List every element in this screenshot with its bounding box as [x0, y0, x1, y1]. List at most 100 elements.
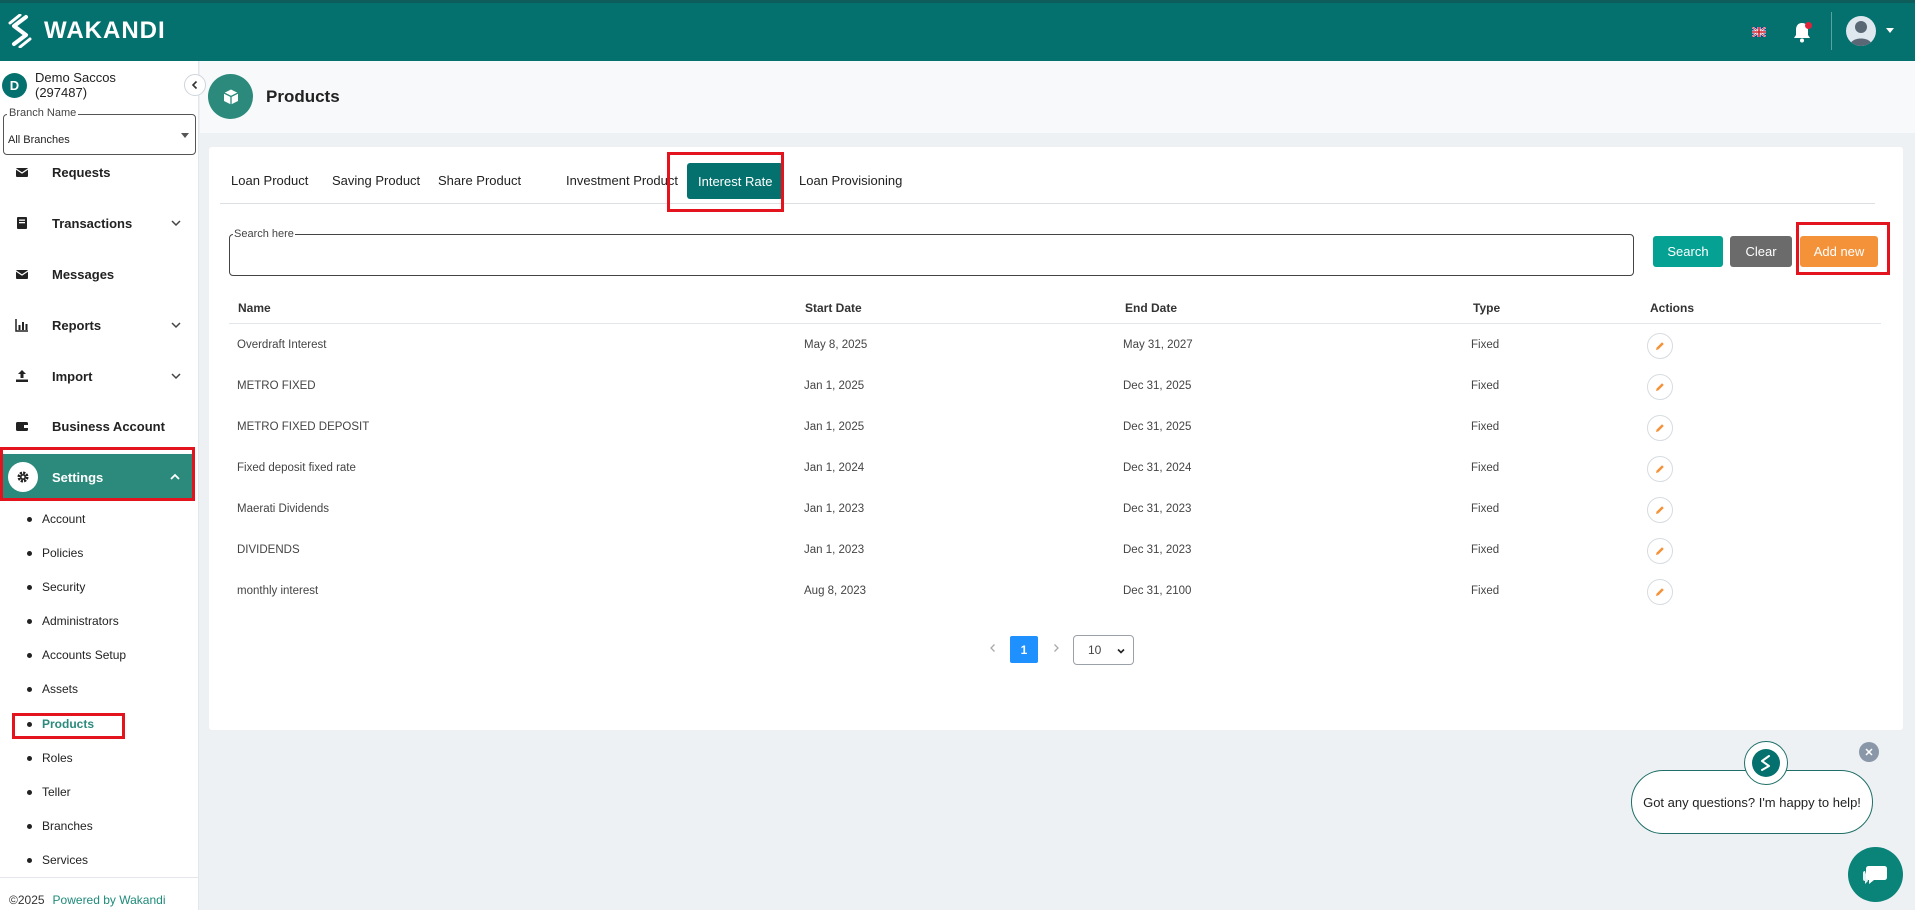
- book-icon: [17, 217, 27, 229]
- chat-launcher-button[interactable]: [1848, 847, 1903, 902]
- page-size-value: 10: [1088, 643, 1102, 657]
- uk-flag-icon[interactable]: [1752, 27, 1766, 37]
- settings-item-products[interactable]: Products: [27, 714, 94, 734]
- search-button[interactable]: Search: [1653, 236, 1723, 267]
- tab-investment-product[interactable]: Investment Product: [555, 157, 689, 204]
- bullet: [27, 584, 32, 590]
- tab-share-product[interactable]: Share Product: [427, 157, 532, 204]
- powered-by-link[interactable]: Powered by Wakandi: [53, 893, 166, 907]
- sidebar-item-requests[interactable]: Requests: [0, 161, 193, 183]
- products-card: Loan Product Saving Product Share Produc…: [209, 147, 1903, 730]
- sidebar-collapse-button[interactable]: [184, 74, 206, 96]
- bar-chart-icon: [15, 319, 28, 332]
- cell-start-date: Jan 1, 2023: [804, 544, 865, 556]
- cell-name: DIVIDENDS: [237, 544, 300, 556]
- settings-item-teller[interactable]: Teller: [27, 782, 71, 802]
- settings-item-label: Branches: [42, 819, 93, 833]
- upload-icon: [16, 370, 28, 382]
- chevron-up-icon: [170, 473, 180, 480]
- table-row: monthly interest Aug 8, 2023 Dec 31, 210…: [229, 570, 1881, 611]
- org-initial-badge: D: [2, 73, 27, 98]
- sidebar-item-transactions[interactable]: Transactions: [0, 203, 193, 243]
- user-menu-caret-icon[interactable]: [1886, 28, 1894, 33]
- cell-end-date: Dec 31, 2024: [1123, 462, 1192, 474]
- user-avatar-icon[interactable]: [1846, 16, 1876, 46]
- org-name-text: Demo Saccos: [35, 70, 116, 85]
- tab-loan-provisioning[interactable]: Loan Provisioning: [788, 157, 913, 204]
- chevron-left-icon: [191, 80, 198, 90]
- sidebar-item-import[interactable]: Import: [0, 356, 193, 396]
- copyright-text: ©2025: [9, 893, 45, 907]
- sidebar-item-messages[interactable]: Messages: [0, 254, 193, 294]
- cell-type: Fixed: [1471, 585, 1500, 597]
- edit-button[interactable]: [1647, 497, 1673, 523]
- table-row: Overdraft Interest May 8, 2025 May 31, 2…: [229, 324, 1881, 365]
- tab-interest-rate[interactable]: Interest Rate: [687, 163, 784, 199]
- edit-button[interactable]: [1647, 374, 1673, 400]
- column-header-actions: Actions: [1650, 301, 1695, 315]
- edit-button[interactable]: [1647, 538, 1673, 564]
- chevron-down-icon: [171, 322, 181, 329]
- edit-button[interactable]: [1647, 579, 1673, 605]
- settings-item-assets[interactable]: Assets: [27, 679, 78, 699]
- cell-start-date: May 8, 2025: [804, 339, 868, 351]
- settings-item-accounts-setup[interactable]: Accounts Setup: [27, 645, 126, 665]
- chevron-right-icon[interactable]: [1051, 642, 1061, 654]
- settings-item-label: Administrators: [42, 614, 119, 628]
- bullet: [27, 550, 32, 556]
- add-new-button[interactable]: Add new: [1800, 236, 1878, 267]
- edit-button[interactable]: [1647, 415, 1673, 441]
- chevron-down-icon: [171, 220, 181, 227]
- settings-item-roles[interactable]: Roles: [27, 748, 73, 768]
- sidebar-footer: ©2025 Powered by Wakandi: [9, 893, 166, 907]
- sidebar: D Demo Saccos (297487) Branch Name All B…: [0, 61, 199, 910]
- bullet: [27, 652, 32, 658]
- chat-close-button[interactable]: [1859, 742, 1879, 762]
- chevron-left-icon[interactable]: [988, 642, 998, 654]
- settings-item-services[interactable]: Services: [27, 850, 88, 870]
- settings-item-policies[interactable]: Policies: [27, 543, 83, 563]
- cell-end-date: Dec 31, 2025: [1123, 380, 1192, 392]
- page-title: Products: [266, 87, 340, 106]
- org-info: D Demo Saccos (297487): [0, 69, 199, 103]
- tab-loan-product[interactable]: Loan Product: [220, 157, 319, 204]
- envelope-icon: [15, 168, 29, 177]
- edit-button[interactable]: [1647, 333, 1673, 359]
- sidebar-item-business-account[interactable]: Business Account: [0, 406, 193, 446]
- branch-select-value: All Branches: [8, 134, 70, 146]
- search-input[interactable]: [236, 245, 1626, 267]
- top-strip: [0, 0, 1915, 3]
- table-row: METRO FIXED Jan 1, 2025 Dec 31, 2025 Fix…: [229, 365, 1881, 406]
- settings-item-security[interactable]: Security: [27, 577, 85, 597]
- branch-select[interactable]: Branch Name All Branches: [3, 107, 196, 155]
- box-icon: [208, 74, 253, 119]
- settings-item-account[interactable]: Account: [27, 509, 85, 529]
- settings-item-branches[interactable]: Branches: [27, 816, 93, 836]
- brand-logo[interactable]: WAKANDI: [6, 13, 166, 49]
- table-row: Maerati Dividends Jan 1, 2023 Dec 31, 20…: [229, 488, 1881, 529]
- edit-button[interactable]: [1647, 456, 1673, 482]
- sidebar-item-label: Messages: [52, 266, 115, 282]
- settings-item-label: Policies: [42, 546, 84, 560]
- gear-icon: [8, 462, 38, 492]
- tab-saving-product[interactable]: Saving Product: [321, 157, 431, 204]
- column-header-name: Name: [238, 301, 271, 315]
- clear-button[interactable]: Clear: [1730, 236, 1792, 267]
- sidebar-item-reports[interactable]: Reports: [0, 305, 193, 345]
- search-field[interactable]: Search here: [229, 228, 1634, 276]
- cell-type: Fixed: [1471, 462, 1500, 474]
- bullet: [27, 823, 32, 829]
- column-header-start-date: Start Date: [805, 301, 862, 315]
- page-number-button[interactable]: 1: [1010, 636, 1038, 663]
- settings-item-label: Teller: [42, 785, 71, 799]
- page-size-select[interactable]: 10: [1073, 635, 1134, 665]
- wallet-icon: [16, 422, 28, 431]
- sidebar-item-label: Reports: [52, 317, 102, 333]
- pencil-icon: [1656, 506, 1664, 514]
- settings-item-administrators[interactable]: Administrators: [27, 611, 119, 631]
- pencil-icon: [1656, 424, 1664, 432]
- pencil-icon: [1656, 383, 1664, 391]
- sidebar-item-settings[interactable]: Settings: [3, 454, 192, 500]
- cell-type: Fixed: [1471, 339, 1500, 351]
- cell-type: Fixed: [1471, 503, 1500, 515]
